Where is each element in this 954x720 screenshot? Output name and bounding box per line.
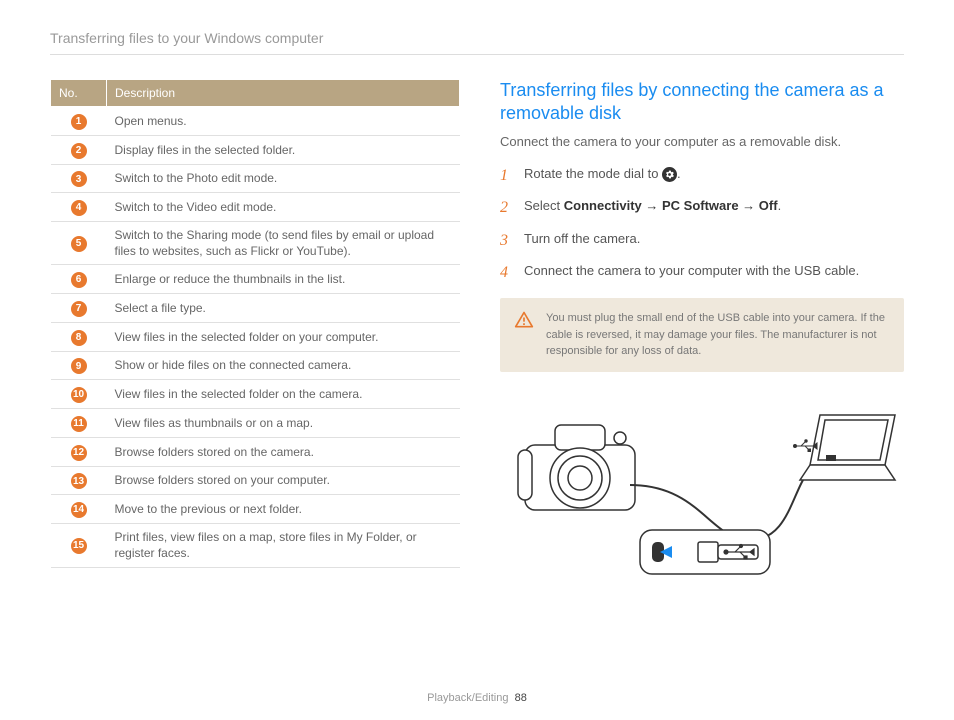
desc-cell: Show or hide files on the connected came… [107,351,460,380]
num-badge: 10 [71,387,87,403]
desc-cell: Print files, view files on a map, store … [107,524,460,567]
table-row: 14 Move to the previous or next folder. [51,495,460,524]
footer-section: Playback/Editing [427,692,508,704]
table-row: 9 Show or hide files on the connected cam… [51,351,460,380]
num-badge: 3 [71,171,87,187]
desc-cell: Enlarge or reduce the thumbnails in the … [107,265,460,294]
table-row: 6 Enlarge or reduce the thumbnails in the… [51,265,460,294]
step-text: . [677,166,681,181]
connection-illustration [500,390,904,580]
desc-cell: View files in the selected folder on you… [107,322,460,351]
table-row: 15 Print files, view files on a map, stor… [51,524,460,567]
gear-icon [662,167,677,182]
desc-cell: Display files in the selected folder. [107,135,460,164]
table-row: 7 Select a file type. [51,294,460,323]
table-row: 12 Browse folders stored on the camera. [51,437,460,466]
col-desc: Description [107,80,460,107]
table-row: 3 Switch to the Photo edit mode. [51,164,460,193]
num-badge: 4 [71,200,87,216]
desc-cell: Browse folders stored on your computer. [107,466,460,495]
table-row: 13 Browse folders stored on your computer… [51,466,460,495]
num-badge: 2 [71,143,87,159]
page-header: Transferring files to your Windows compu… [50,30,904,46]
step-text: . [778,198,782,213]
desc-cell: Open menus. [107,107,460,136]
description-table: No. Description 1 Open menus. 2 Display fi… [50,79,460,568]
num-badge: 11 [71,416,87,432]
page-number: 88 [515,692,527,704]
num-badge: 1 [71,114,87,130]
step-text: Select [524,198,564,213]
num-badge: 8 [71,330,87,346]
desc-cell: View files as thumbnails or on a map. [107,409,460,438]
step: 3 Turn off the camera. [500,230,904,252]
num-badge: 9 [71,358,87,374]
warning-text: You must plug the small end of the USB c… [546,310,890,360]
step-number: 3 [500,230,514,252]
step-number: 1 [500,165,514,187]
col-no: No. [51,80,107,107]
num-badge: 15 [71,538,87,554]
footer: Playback/Editing 88 [0,692,954,704]
num-badge: 14 [71,502,87,518]
table-row: 11 View files as thumbnails or on a map. [51,409,460,438]
step: 4 Connect the camera to your computer wi… [500,262,904,284]
table-row: 5 Switch to the Sharing mode (to send fil… [51,222,460,265]
table-row: 10 View files in the selected folder on t… [51,380,460,409]
desc-cell: Switch to the Video edit mode. [107,193,460,222]
divider [50,54,904,55]
warning-callout: You must plug the small end of the USB c… [500,298,904,372]
step-text: Connect the camera to your computer with… [524,262,859,280]
table-row: 1 Open menus. [51,107,460,136]
section-title: Transferring files by connecting the cam… [500,79,904,126]
steps-list: 1 Rotate the mode dial to . 2 Select Con… [500,165,904,285]
num-badge: 5 [71,236,87,252]
num-badge: 7 [71,301,87,317]
desc-cell: Switch to the Photo edit mode. [107,164,460,193]
table-row: 4 Switch to the Video edit mode. [51,193,460,222]
table-row: 8 View files in the selected folder on yo… [51,322,460,351]
desc-cell: Select a file type. [107,294,460,323]
step: 2 Select Connectivity → PC Software → Of… [500,197,904,219]
step-bold: Connectivity → PC Software → Off [564,198,778,213]
desc-cell: Switch to the Sharing mode (to send file… [107,222,460,265]
desc-cell: Move to the previous or next folder. [107,495,460,524]
section-lead: Connect the camera to your computer as a… [500,134,904,149]
step-number: 2 [500,197,514,219]
table-row: 2 Display files in the selected folder. [51,135,460,164]
desc-cell: Browse folders stored on the camera. [107,437,460,466]
step-text: Rotate the mode dial to [524,166,662,181]
step-number: 4 [500,262,514,284]
num-badge: 6 [71,272,87,288]
num-badge: 13 [71,473,87,489]
step: 1 Rotate the mode dial to . [500,165,904,187]
num-badge: 12 [71,445,87,461]
step-text: Turn off the camera. [524,230,640,248]
desc-cell: View files in the selected folder on the… [107,380,460,409]
warning-icon [514,310,534,335]
